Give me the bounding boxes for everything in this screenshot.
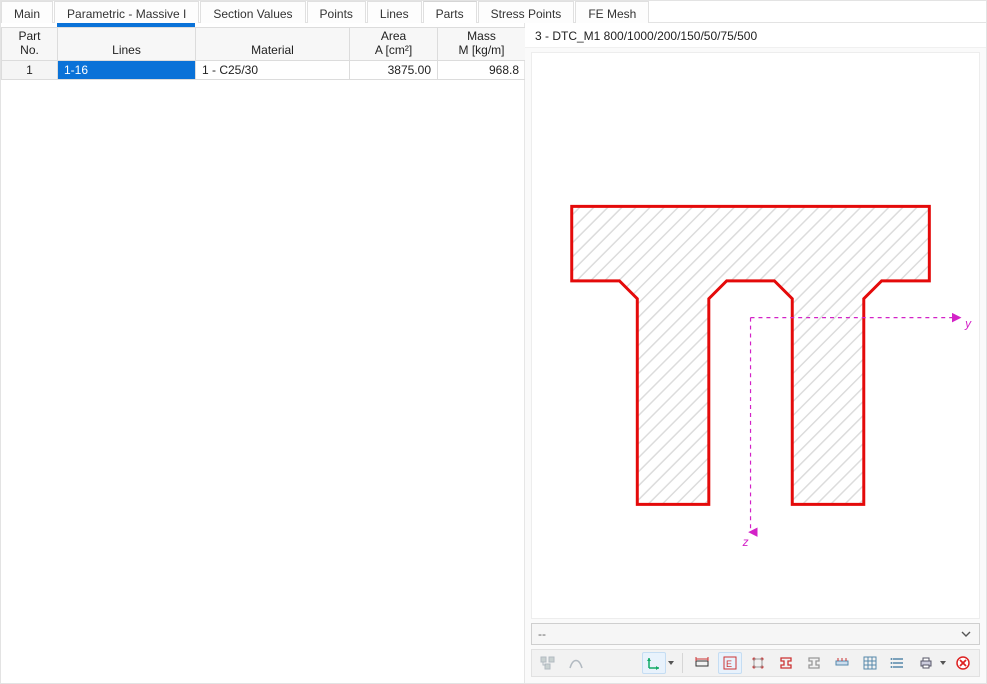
cell-material[interactable]: 1 - C25/30 xyxy=(196,60,350,79)
print-dropdown-caret[interactable] xyxy=(939,652,947,674)
col-lines[interactable]: Lines xyxy=(58,28,196,61)
parts-table[interactable]: Part No. Lines Material Area xyxy=(1,27,526,80)
dimension-button[interactable] xyxy=(690,652,714,674)
svg-text:E: E xyxy=(726,659,732,669)
left-empty-body xyxy=(1,80,524,683)
left-panel: Part No. Lines Material Area xyxy=(1,23,525,683)
points-button[interactable] xyxy=(746,652,770,674)
tab-lines[interactable]: Lines xyxy=(367,1,422,23)
print-icon xyxy=(918,655,934,671)
tab-parametric[interactable]: Parametric - Massive I xyxy=(54,1,199,23)
col-area[interactable]: Area A [cm²] xyxy=(350,28,438,61)
section-info-dropdown-text: -- xyxy=(538,627,546,641)
toggle-tree-button[interactable] xyxy=(536,652,560,674)
table-row[interactable]: 1 1-16 1 - C25/30 3875.00 968.8 xyxy=(2,60,526,79)
dimension-icon xyxy=(694,655,710,671)
axis-z-label: z xyxy=(742,535,749,549)
stress-icon xyxy=(834,655,850,671)
section-canvas[interactable]: y z xyxy=(531,52,980,619)
col-mass-l1: Mass xyxy=(444,30,519,44)
tab-fe-mesh[interactable]: FE Mesh xyxy=(575,1,649,23)
col-mass-l2: M [kg/m] xyxy=(444,44,519,58)
section-drawing-svg: y z xyxy=(532,53,979,618)
close-red-button[interactable] xyxy=(951,652,975,674)
tab-section-values[interactable]: Section Values xyxy=(200,1,305,23)
selected-column-bar xyxy=(57,23,195,27)
curve-icon xyxy=(568,655,584,671)
tab-main[interactable]: Main xyxy=(1,1,53,23)
grid-button[interactable] xyxy=(858,652,882,674)
stress-button[interactable] xyxy=(830,652,854,674)
view-toolbar: E xyxy=(531,649,980,677)
list-button[interactable] xyxy=(886,652,910,674)
ibeam-red-button[interactable] xyxy=(774,652,798,674)
section-info-dropdown[interactable]: -- xyxy=(531,623,980,645)
column-selection-indicator xyxy=(1,23,524,27)
print-button[interactable] xyxy=(914,652,938,674)
axis-y-label: y xyxy=(964,317,972,331)
values-icon: E xyxy=(722,655,738,671)
tab-stress-points[interactable]: Stress Points xyxy=(478,1,575,23)
tab-points[interactable]: Points xyxy=(307,1,366,23)
points-icon xyxy=(750,655,766,671)
close-red-icon xyxy=(955,655,971,671)
section-title: 3 - DTC_M1 800/1000/200/150/50/75/500 xyxy=(525,23,986,48)
col-mass[interactable]: Mass M [kg/m] xyxy=(438,28,526,61)
cell-area[interactable]: 3875.00 xyxy=(350,60,438,79)
main-split: Part No. Lines Material Area xyxy=(1,23,986,683)
tabstrip: Main Parametric - Massive I Section Valu… xyxy=(1,1,986,23)
cell-mass[interactable]: 968.8 xyxy=(438,60,526,79)
col-material-label: Material xyxy=(202,44,343,58)
app-window: Main Parametric - Massive I Section Valu… xyxy=(0,0,987,684)
list-icon xyxy=(890,655,906,671)
right-panel: 3 - DTC_M1 800/1000/200/150/50/75/500 xyxy=(525,23,986,683)
cell-lines[interactable]: 1-16 xyxy=(58,60,196,79)
axes-dropdown-caret[interactable] xyxy=(667,652,675,674)
col-part-no[interactable]: Part No. xyxy=(2,28,58,61)
ibeam-red-icon xyxy=(778,655,794,671)
cell-part-no[interactable]: 1 xyxy=(2,60,58,79)
section-shape xyxy=(572,206,930,504)
col-part-no-l2: No. xyxy=(8,44,51,58)
values-button[interactable]: E xyxy=(718,652,742,674)
curve-button[interactable] xyxy=(564,652,588,674)
col-material[interactable]: Material xyxy=(196,28,350,61)
axes-button[interactable] xyxy=(642,652,666,674)
ibeam-grey-icon xyxy=(806,655,822,671)
col-area-l1: Area xyxy=(356,30,431,44)
col-part-no-l1: Part xyxy=(8,30,51,44)
chevron-down-icon xyxy=(959,627,973,641)
tab-parts[interactable]: Parts xyxy=(423,1,477,23)
grid-icon xyxy=(862,655,878,671)
col-area-l2: A [cm²] xyxy=(356,44,431,58)
col-lines-label: Lines xyxy=(64,44,189,58)
ibeam-grey-button[interactable] xyxy=(802,652,826,674)
toggle-tree-icon xyxy=(540,655,556,671)
axes-icon xyxy=(646,655,662,671)
